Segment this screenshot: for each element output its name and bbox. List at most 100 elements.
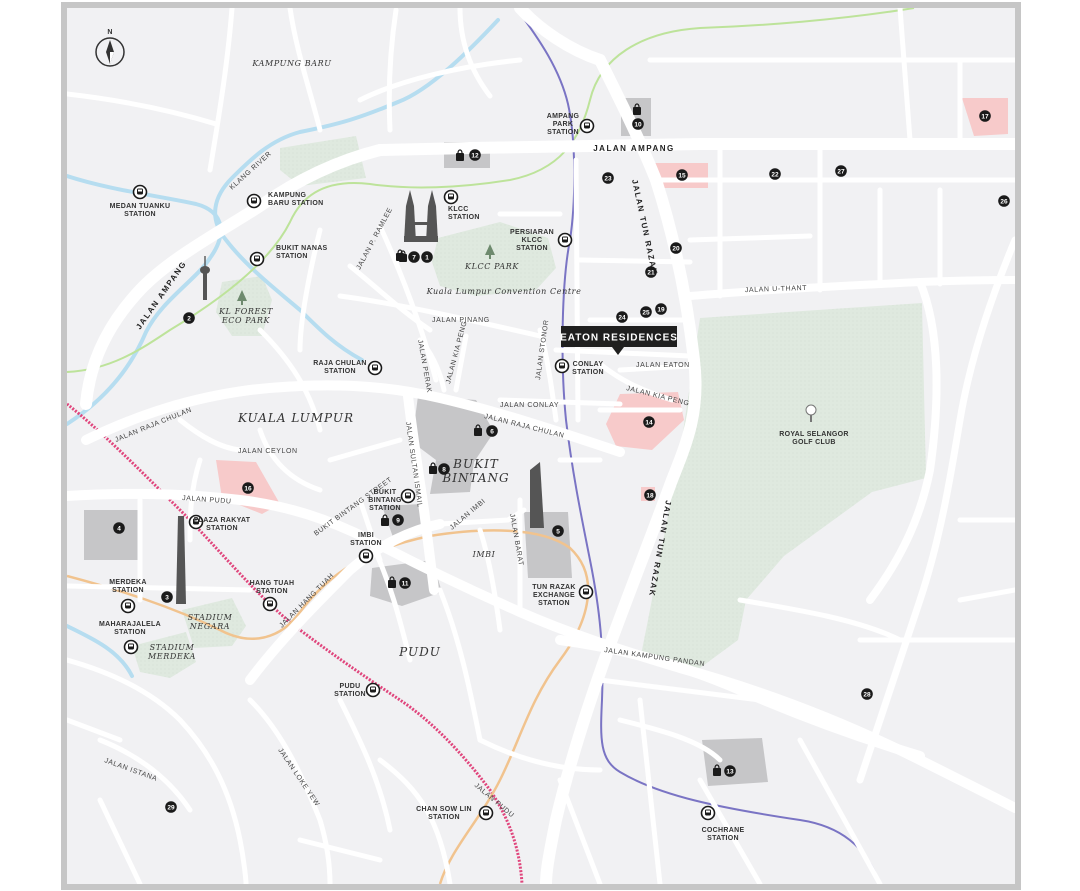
station-label: PERSIARAN bbox=[510, 229, 554, 236]
station-label: STATION bbox=[428, 814, 460, 821]
station-label: STATION bbox=[206, 525, 238, 532]
marker-15[interactable]: 15 bbox=[676, 169, 688, 181]
train-station-icon bbox=[249, 251, 265, 267]
station-label: STATION bbox=[324, 368, 356, 375]
marker-7[interactable]: 7 bbox=[408, 251, 420, 263]
train-station-icon bbox=[578, 584, 594, 600]
train-station-icon bbox=[120, 598, 136, 614]
marker-23[interactable]: 23 bbox=[602, 172, 614, 184]
station-label: HANG TUAH bbox=[250, 580, 295, 587]
area-bukit-bintang-1: BUKIT bbox=[452, 457, 499, 471]
marker-9[interactable]: 9 bbox=[392, 514, 404, 526]
station-label: MERDEKA bbox=[109, 579, 147, 586]
area-imbi: IMBI bbox=[472, 550, 496, 559]
marker-number: 12 bbox=[471, 152, 479, 159]
marker-number: 21 bbox=[647, 269, 655, 276]
marker-number: 9 bbox=[396, 517, 400, 524]
train-station-icon bbox=[132, 184, 148, 200]
marker-6[interactable]: 6 bbox=[486, 425, 498, 437]
station-label: CHAN SOW LIN bbox=[416, 806, 472, 813]
area-stadium-negara-1: STADIUM bbox=[188, 613, 233, 622]
area-kl-forest-1: KL FOREST bbox=[218, 307, 273, 316]
marker-12[interactable]: 12 bbox=[469, 149, 481, 161]
train-station-icon bbox=[123, 639, 139, 655]
marker-1[interactable]: 1 bbox=[421, 251, 433, 263]
marker-number: 3 bbox=[165, 594, 169, 601]
callout-label: EATON RESIDENCES bbox=[560, 333, 678, 344]
marker-17[interactable]: 17 bbox=[979, 110, 991, 122]
station-label: TUN RAZAK bbox=[532, 584, 576, 591]
marker-number: 23 bbox=[604, 175, 612, 182]
marker-2[interactable]: 2 bbox=[183, 312, 195, 324]
marker-29[interactable]: 29 bbox=[165, 801, 177, 813]
area-golf-club-1: ROYAL SELANGOR bbox=[779, 431, 849, 438]
station-label: MAHARAJALELA bbox=[99, 621, 161, 628]
station-label: KLCC bbox=[448, 206, 469, 213]
marker-number: 26 bbox=[1000, 198, 1008, 205]
marker-number: 20 bbox=[672, 245, 680, 252]
area-bukit-bintang-2: BINTANG bbox=[441, 471, 509, 485]
marker-number: 10 bbox=[634, 121, 642, 128]
marker-8[interactable]: 8 bbox=[438, 463, 450, 475]
area-kampung-baru: KAMPUNG BARU bbox=[251, 59, 331, 68]
marker-number: 11 bbox=[402, 580, 409, 587]
station-label: STATION bbox=[256, 588, 288, 595]
marker-16[interactable]: 16 bbox=[242, 482, 254, 494]
station-label: KLCC bbox=[522, 237, 543, 244]
station-label: BUKIT bbox=[374, 489, 397, 496]
area-stadium-negara-2: NEGARA bbox=[189, 622, 230, 631]
marker-21[interactable]: 21 bbox=[645, 266, 657, 278]
station-label: BARU STATION bbox=[268, 200, 323, 207]
marker-27[interactable]: 27 bbox=[835, 165, 847, 177]
train-station-icon bbox=[554, 358, 570, 374]
train-station-icon bbox=[478, 805, 494, 821]
marker-25[interactable]: 25 bbox=[640, 306, 652, 318]
road-label-jalan-eaton: JALAN EATON bbox=[636, 362, 690, 369]
marker-4[interactable]: 4 bbox=[113, 522, 125, 534]
compass-label: N bbox=[107, 29, 112, 36]
train-station-icon bbox=[400, 488, 416, 504]
city-map[interactable]: NKAMPUNG BARUKUALA LUMPURBUKITBINTANGIMB… bbox=[0, 0, 1080, 891]
train-station-icon bbox=[365, 682, 381, 698]
marker-26[interactable]: 26 bbox=[998, 195, 1010, 207]
marker-3[interactable]: 3 bbox=[161, 591, 173, 603]
marker-14[interactable]: 14 bbox=[643, 416, 655, 428]
station-label: STATION bbox=[547, 129, 579, 136]
station-pudu[interactable]: PUDUSTATION bbox=[334, 682, 381, 698]
marker-number: 13 bbox=[726, 768, 734, 775]
marker-number: 4 bbox=[117, 525, 121, 532]
marker-28[interactable]: 28 bbox=[861, 688, 873, 700]
road-jalan-ampang-main bbox=[374, 138, 1015, 156]
train-station-icon bbox=[557, 232, 573, 248]
station-label: STATION bbox=[448, 214, 480, 221]
station-label: STATION bbox=[124, 211, 156, 218]
marker-number: 25 bbox=[642, 309, 650, 316]
building-4 bbox=[84, 510, 140, 560]
station-label: STATION bbox=[112, 587, 144, 594]
marker-20[interactable]: 20 bbox=[670, 242, 682, 254]
marker-5[interactable]: 5 bbox=[552, 525, 564, 537]
station-label: CONLAY bbox=[573, 361, 604, 368]
marker-22[interactable]: 22 bbox=[769, 168, 781, 180]
marker-11[interactable]: 11 bbox=[399, 577, 411, 589]
area-stadium-merdeka-2: MERDEKA bbox=[147, 652, 196, 661]
area-klcc-park: KLCC PARK bbox=[464, 262, 519, 271]
station-label: STATION bbox=[707, 835, 739, 842]
station-label: BINTANG bbox=[368, 497, 402, 504]
station-raja-chulan[interactable]: RAJA CHULANSTATION bbox=[313, 360, 383, 376]
marker-number: 22 bbox=[771, 171, 779, 178]
marker-24[interactable]: 24 bbox=[616, 311, 628, 323]
train-station-icon bbox=[262, 596, 278, 612]
train-station-icon bbox=[700, 805, 716, 821]
marker-19[interactable]: 19 bbox=[655, 303, 667, 315]
station-label: KAMPUNG bbox=[268, 192, 307, 199]
marker-number: 2 bbox=[187, 315, 191, 322]
marker-10[interactable]: 10 bbox=[632, 118, 644, 130]
marker-13[interactable]: 13 bbox=[724, 765, 736, 777]
marker-18[interactable]: 18 bbox=[644, 489, 656, 501]
station-label: STATION bbox=[572, 369, 604, 376]
station-label: PLAZA RAKYAT bbox=[194, 517, 251, 524]
area-pudu: PUDU bbox=[398, 645, 441, 659]
train-station-icon bbox=[358, 548, 374, 564]
marker-number: 8 bbox=[442, 466, 446, 473]
